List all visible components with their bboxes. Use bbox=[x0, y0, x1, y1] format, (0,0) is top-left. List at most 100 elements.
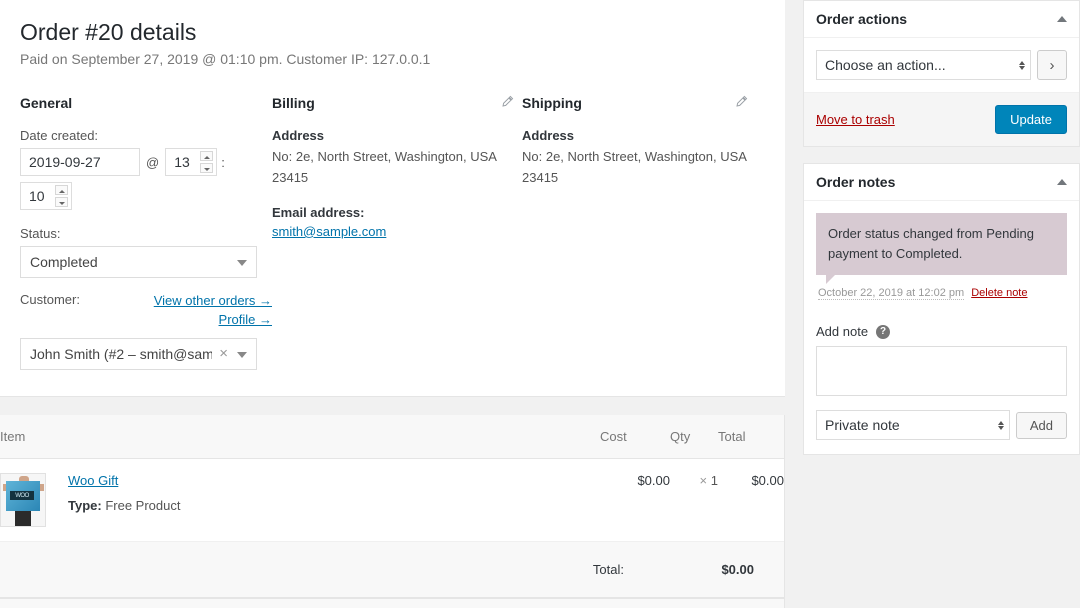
page-root: Order #20 details Paid on September 27, … bbox=[0, 0, 1080, 608]
sidebar-column: Order actions Choose an action... › M bbox=[785, 0, 1080, 608]
hour-spinner-down-icon[interactable] bbox=[200, 163, 213, 173]
minute-row bbox=[20, 182, 272, 210]
column-header-qty: Qty bbox=[670, 415, 718, 459]
billing-address-value: No: 2e, North Street, Washington, USA 23… bbox=[272, 147, 497, 187]
order-status-value: Completed bbox=[30, 254, 98, 270]
general-heading: General bbox=[20, 95, 272, 111]
date-created-input[interactable] bbox=[20, 148, 140, 176]
order-columns: General Date created: @ : bbox=[20, 95, 765, 370]
order-actions-footer: Move to trash Update bbox=[804, 92, 1079, 146]
item-cell: WOO Woo Gift Type: Free Product bbox=[0, 459, 600, 542]
thumb-legs bbox=[15, 511, 31, 526]
hour-spinner-up-icon[interactable] bbox=[200, 151, 213, 161]
hour-spinner-icon[interactable] bbox=[200, 151, 213, 173]
minute-spinner-icon[interactable] bbox=[55, 185, 68, 207]
item-qty-cell: × 1 bbox=[670, 459, 718, 542]
minute-spinner-up-icon[interactable] bbox=[55, 185, 68, 195]
shipping-heading: Shipping bbox=[522, 95, 582, 111]
minute-spinner-down-icon[interactable] bbox=[55, 197, 68, 207]
order-notes-title: Order notes bbox=[816, 174, 895, 190]
order-actions-panel: Order actions Choose an action... › M bbox=[803, 0, 1080, 147]
date-created-row: @ : bbox=[20, 148, 272, 176]
shipping-address-label: Address bbox=[522, 128, 772, 143]
arrow-down-icon bbox=[1019, 66, 1025, 70]
order-total-label: Total: bbox=[593, 562, 624, 577]
order-totals-row: Total: $0.00 bbox=[0, 542, 784, 598]
general-column: General Date created: @ : bbox=[20, 95, 272, 370]
order-paid-status-line: Paid on September 27, 2019 @ 01:10 pm. C… bbox=[20, 50, 765, 70]
list-item: Order status changed from Pending paymen… bbox=[816, 213, 1067, 299]
thumb-sign-text: WOO bbox=[10, 491, 34, 500]
shipping-column: Shipping Address No: 2e, North Street, W… bbox=[522, 95, 772, 370]
customer-label: Customer: bbox=[20, 292, 80, 307]
shipping-address-value: No: 2e, North Street, Washington, USA 23… bbox=[522, 147, 747, 187]
order-data-panel: Order #20 details Paid on September 27, … bbox=[0, 0, 785, 397]
move-to-trash-link[interactable]: Move to trash bbox=[816, 112, 895, 127]
order-status-select[interactable]: Completed bbox=[20, 246, 257, 278]
order-items-body: WOO Woo Gift Type: Free Product bbox=[0, 459, 784, 542]
date-created-label: Date created: bbox=[20, 128, 272, 143]
column-header-item: Item bbox=[0, 415, 600, 459]
add-note-section: Add note ? Private note Add bbox=[804, 305, 1079, 454]
arrow-up-icon bbox=[998, 421, 1004, 425]
delete-note-link[interactable]: Delete note bbox=[971, 287, 1027, 299]
select-arrows-icon bbox=[996, 415, 1006, 436]
order-notes-header: Order notes bbox=[804, 164, 1079, 201]
order-notes-panel: Order notes Order status changed from Pe… bbox=[803, 163, 1080, 455]
add-note-textarea[interactable] bbox=[816, 346, 1067, 396]
main-column: Order #20 details Paid on September 27, … bbox=[0, 0, 785, 608]
customer-links: View other orders → Profile → bbox=[154, 292, 272, 330]
add-note-button[interactable]: Add bbox=[1016, 412, 1067, 439]
order-total-value: $0.00 bbox=[694, 562, 754, 577]
note-type-select[interactable]: Private note bbox=[816, 410, 1010, 440]
billing-email-label: Email address: bbox=[272, 205, 522, 220]
page-title: Order #20 details bbox=[20, 18, 765, 48]
column-header-cost: Cost bbox=[600, 415, 670, 459]
order-items-panel: Item Cost Qty Total bbox=[0, 415, 785, 599]
apply-action-button[interactable]: › bbox=[1037, 50, 1067, 80]
note-type-value: Private note bbox=[825, 417, 900, 433]
item-cost: $0.00 bbox=[600, 459, 670, 542]
chevron-up-icon[interactable] bbox=[1057, 16, 1067, 22]
update-order-button[interactable]: Update bbox=[995, 105, 1067, 134]
arrow-up-icon bbox=[1019, 61, 1025, 65]
customer-select[interactable]: John Smith (#2 – smith@sampl… × bbox=[20, 338, 257, 370]
edit-pencil-icon[interactable] bbox=[501, 95, 514, 110]
order-note-text: Order status changed from Pending paymen… bbox=[816, 213, 1067, 275]
order-totals-inner: Total: $0.00 bbox=[0, 562, 784, 577]
order-action-row: Choose an action... › bbox=[816, 50, 1067, 80]
chevron-down-icon bbox=[237, 260, 247, 266]
select-arrows-icon bbox=[1017, 55, 1027, 76]
close-icon[interactable]: × bbox=[219, 345, 228, 362]
chevron-down-icon bbox=[237, 352, 247, 358]
shipping-heading-row: Shipping bbox=[522, 95, 772, 111]
customer-profile-link[interactable]: Profile → bbox=[219, 312, 272, 327]
order-actions-title: Order actions bbox=[816, 11, 907, 27]
item-total: $0.00 bbox=[718, 459, 784, 542]
item-qty: 1 bbox=[711, 473, 718, 488]
item-meta: Type: Free Product bbox=[68, 498, 181, 513]
order-action-select-value: Choose an action... bbox=[825, 57, 946, 73]
edit-pencil-icon[interactable] bbox=[735, 95, 748, 110]
billing-column: Billing Address No: 2e, North Street, Wa… bbox=[272, 95, 522, 370]
customer-links-row: Customer: View other orders → Profile → bbox=[20, 292, 272, 330]
chevron-up-icon[interactable] bbox=[1057, 179, 1067, 185]
at-separator: @ bbox=[146, 155, 159, 170]
hour-stepper[interactable] bbox=[165, 148, 217, 176]
item-meta-label: Type: bbox=[68, 498, 102, 513]
customer-select-value: John Smith (#2 – smith@sampl… bbox=[30, 346, 212, 362]
status-label: Status: bbox=[20, 226, 272, 241]
billing-heading-row: Billing bbox=[272, 95, 522, 111]
arrow-down-icon bbox=[998, 426, 1004, 430]
order-action-select[interactable]: Choose an action... bbox=[816, 50, 1031, 80]
minute-stepper[interactable] bbox=[20, 182, 72, 210]
billing-heading: Billing bbox=[272, 95, 315, 111]
order-note-date: October 22, 2019 at 12:02 pm bbox=[818, 287, 964, 300]
items-footer-strip bbox=[0, 599, 785, 608]
view-other-orders-link[interactable]: View other orders → bbox=[154, 293, 272, 308]
billing-email-link[interactable]: smith@sample.com bbox=[272, 224, 386, 239]
help-icon[interactable]: ? bbox=[876, 325, 890, 339]
product-name-link[interactable]: Woo Gift bbox=[68, 473, 118, 488]
order-actions-header: Order actions bbox=[804, 1, 1079, 38]
column-header-total: Total bbox=[718, 415, 784, 459]
